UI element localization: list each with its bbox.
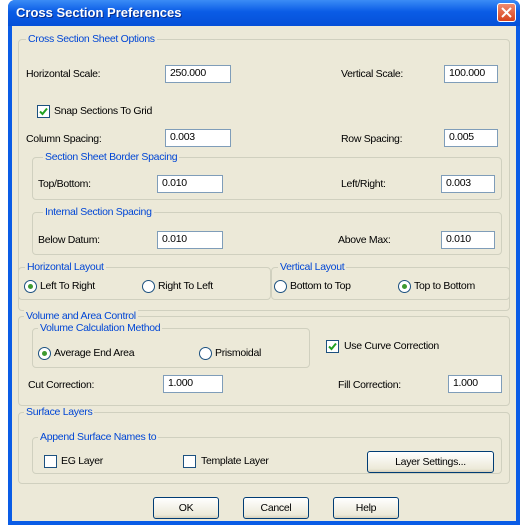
use-curve-correction-label[interactable]: Use Curve Correction — [344, 340, 439, 352]
fill-correction-field[interactable]: 1.000 — [448, 375, 502, 393]
snap-to-grid-label[interactable]: Snap Sections To Grid — [54, 105, 152, 117]
vertical-layout-legend: Vertical Layout — [278, 261, 347, 273]
close-icon — [501, 7, 512, 18]
eg-layer-label[interactable]: EG Layer — [61, 455, 103, 467]
checkmark-icon — [39, 107, 48, 116]
column-spacing-label: Column Spacing: — [26, 133, 102, 145]
bottom-to-top-radio[interactable] — [274, 280, 287, 293]
above-max-label: Above Max: — [338, 234, 391, 246]
radio-selected-dot — [402, 284, 407, 289]
append-surface-legend: Append Surface Names to — [38, 431, 159, 443]
cut-correction-label: Cut Correction: — [28, 379, 95, 391]
snap-to-grid-checkbox[interactable] — [37, 105, 50, 118]
help-button[interactable]: Help — [333, 497, 399, 519]
bottom-to-top-label[interactable]: Bottom to Top — [290, 280, 351, 292]
left-to-right-label[interactable]: Left To Right — [40, 280, 95, 292]
column-spacing-field[interactable]: 0.003 — [165, 129, 231, 147]
border-spacing-legend: Section Sheet Border Spacing — [43, 151, 180, 163]
use-curve-correction-checkbox[interactable] — [326, 340, 339, 353]
checkmark-icon — [328, 342, 337, 351]
below-datum-label: Below Datum: — [38, 234, 100, 246]
title-bar[interactable]: Cross Section Preferences — [8, 0, 520, 26]
fill-correction-label: Fill Correction: — [338, 379, 401, 391]
internal-spacing-legend: Internal Section Spacing — [43, 206, 154, 218]
horizontal-layout-legend: Horizontal Layout — [25, 261, 106, 273]
dialog-body: Cross Section Sheet Options Horizontal S… — [12, 26, 516, 521]
template-layer-label[interactable]: Template Layer — [201, 455, 269, 467]
left-to-right-radio[interactable] — [24, 280, 37, 293]
right-to-left-label[interactable]: Right To Left — [158, 280, 213, 292]
volume-control-legend: Volume and Area Control — [24, 310, 138, 322]
top-to-bottom-label[interactable]: Top to Bottom — [414, 280, 475, 292]
prismoidal-label[interactable]: Prismoidal — [215, 347, 261, 359]
ok-button[interactable]: OK — [153, 497, 219, 519]
vertical-scale-field[interactable]: 100.000 — [444, 65, 498, 83]
left-right-field[interactable]: 0.003 — [441, 175, 495, 193]
eg-layer-checkbox[interactable] — [44, 455, 57, 468]
average-end-area-label[interactable]: Average End Area — [54, 347, 135, 359]
row-spacing-field[interactable]: 0.005 — [444, 129, 498, 147]
below-datum-field[interactable]: 0.010 — [157, 231, 223, 249]
radio-selected-dot — [28, 284, 33, 289]
border-spacing-group: Section Sheet Border Spacing — [32, 151, 502, 200]
layer-settings-button[interactable]: Layer Settings... — [367, 451, 494, 473]
horizontal-scale-label: Horizontal Scale: — [26, 68, 101, 80]
template-layer-checkbox[interactable] — [183, 455, 196, 468]
horizontal-scale-field[interactable]: 250.000 — [165, 65, 231, 83]
above-max-field[interactable]: 0.010 — [441, 231, 495, 249]
row-spacing-label: Row Spacing: — [341, 133, 403, 145]
window-title: Cross Section Preferences — [16, 5, 182, 20]
left-right-label: Left/Right: — [341, 178, 386, 190]
top-bottom-field[interactable]: 0.010 — [157, 175, 223, 193]
cut-correction-field[interactable]: 1.000 — [163, 375, 223, 393]
top-bottom-label: Top/Bottom: — [38, 178, 91, 190]
close-button[interactable] — [497, 3, 516, 22]
sheet-options-legend: Cross Section Sheet Options — [26, 33, 157, 45]
cancel-button[interactable]: Cancel — [243, 497, 309, 519]
average-end-area-radio[interactable] — [38, 347, 51, 360]
volume-method-legend: Volume Calculation Method — [38, 322, 163, 334]
dialog-window: Cross Section Preferences Cross Section … — [8, 0, 520, 525]
vertical-scale-label: Vertical Scale: — [341, 68, 404, 80]
right-to-left-radio[interactable] — [142, 280, 155, 293]
radio-selected-dot — [42, 351, 47, 356]
internal-spacing-group: Internal Section Spacing — [32, 206, 502, 255]
top-to-bottom-radio[interactable] — [398, 280, 411, 293]
surface-layers-legend: Surface Layers — [24, 406, 95, 418]
prismoidal-radio[interactable] — [199, 347, 212, 360]
